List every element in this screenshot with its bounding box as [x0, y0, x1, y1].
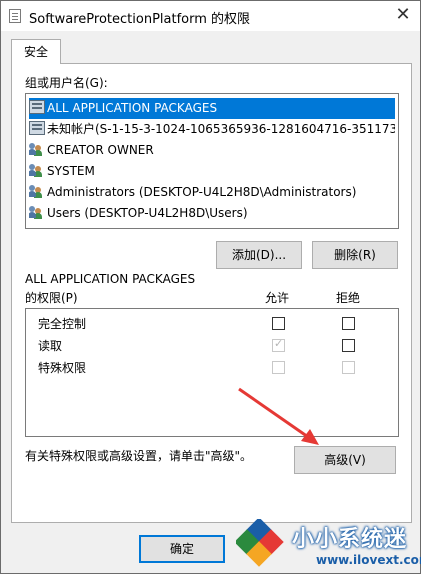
permissions-dialog: SoftwareProtectionPlatform 的权限 ✕ 安全 组或用户…	[0, 0, 421, 574]
watermark-brand: 小小系统迷	[292, 527, 408, 552]
watermark: 小小系统迷 www.ilovext.com	[232, 517, 421, 575]
tab-security[interactable]: 安全	[11, 39, 61, 64]
watermark-url: www.ilovext.com	[316, 553, 421, 567]
annotation-arrow-icon	[238, 387, 319, 445]
watermark-logo-icon	[236, 519, 284, 567]
